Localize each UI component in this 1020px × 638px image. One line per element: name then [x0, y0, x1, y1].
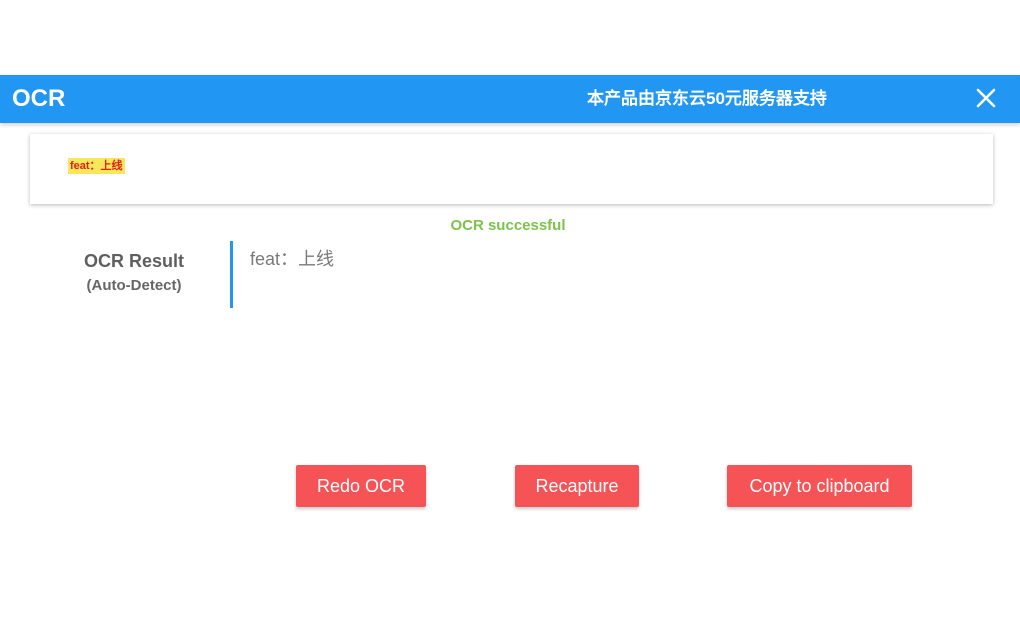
result-label: OCR Result (Auto-Detect)	[64, 250, 204, 296]
redo-ocr-button[interactable]: Redo OCR	[296, 465, 426, 507]
header-bar: OCR 本产品由京东云50元服务器支持	[0, 75, 1020, 123]
close-button[interactable]	[972, 84, 1000, 112]
status-message: OCR successful	[450, 217, 566, 234]
app-title: OCR	[12, 85, 66, 112]
recapture-button[interactable]: Recapture	[515, 465, 639, 507]
captured-image: feat：上线	[68, 158, 125, 174]
captured-image-panel: feat：上线	[30, 134, 993, 204]
close-icon	[976, 88, 996, 108]
copy-to-clipboard-button[interactable]: Copy to clipboard	[727, 465, 912, 507]
result-label-mode: (Auto-Detect)	[86, 277, 182, 294]
ocr-result-text[interactable]: feat：上线	[250, 248, 990, 270]
result-label-title: OCR Result	[83, 251, 184, 271]
result-divider	[230, 241, 233, 308]
sponsor-text: 本产品由京东云50元服务器支持	[587, 89, 827, 108]
